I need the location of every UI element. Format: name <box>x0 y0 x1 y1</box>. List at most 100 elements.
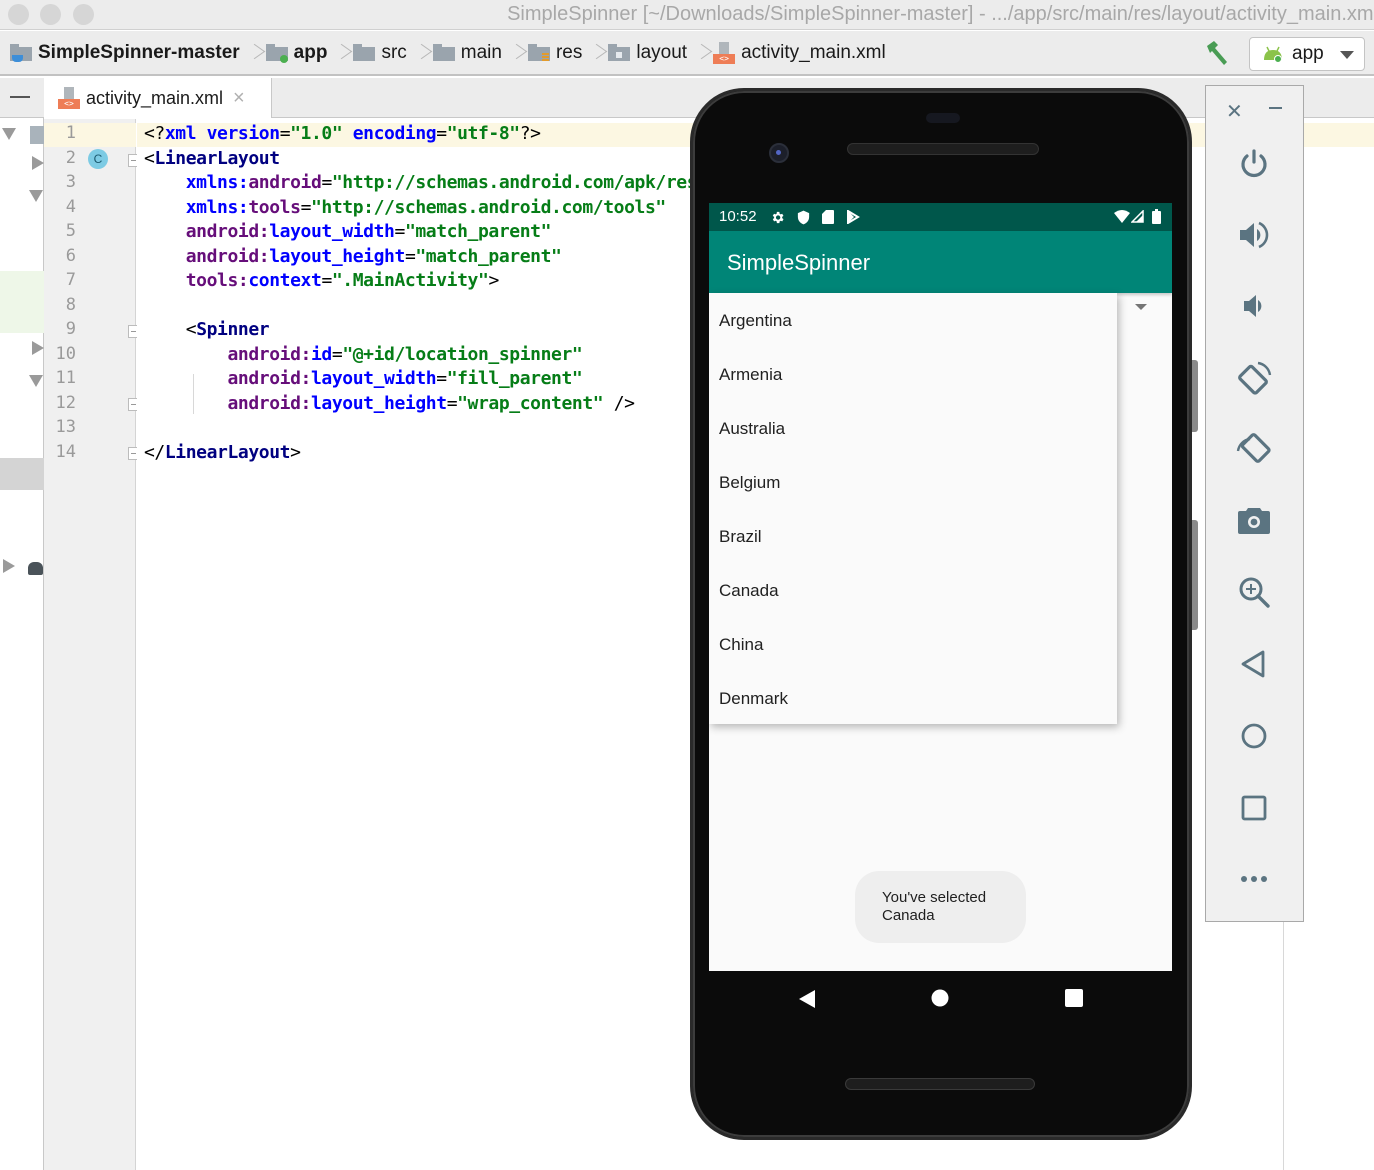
volume-up-icon[interactable] <box>1236 217 1272 253</box>
tree-selected-row[interactable] <box>0 458 44 490</box>
breadcrumb-file[interactable]: <> activity_main.xml <box>713 31 886 74</box>
breadcrumb-label: main <box>460 41 502 63</box>
code-line[interactable]: </LinearLayout> <box>144 442 301 463</box>
spinner-dropdown-arrow-icon[interactable] <box>1135 304 1147 310</box>
code-line[interactable]: tools:context=".MainActivity"> <box>144 270 500 291</box>
code-line[interactable]: xmlns:tools="http://schemas.android.com/… <box>144 196 667 218</box>
line-number: 8 <box>65 294 76 315</box>
home-icon[interactable] <box>931 989 949 1007</box>
class-reference-icon[interactable]: C <box>88 149 108 169</box>
close-icon[interactable]: ✕ <box>1226 99 1243 124</box>
breadcrumb-main[interactable]: main <box>432 31 502 74</box>
code-token: android: <box>144 368 311 389</box>
shield-icon <box>797 210 810 225</box>
code-token: "1.0" <box>290 123 353 144</box>
code-token: = <box>279 123 291 144</box>
minimize-window-button[interactable] <box>40 4 61 25</box>
line-number: 5 <box>65 221 76 241</box>
power-icon[interactable] <box>1236 146 1272 182</box>
breadcrumb-layout[interactable]: layout <box>608 31 687 74</box>
code-line[interactable]: <Spinner <box>144 319 270 340</box>
project-tool-strip <box>0 78 44 1170</box>
spinner-option[interactable]: China <box>719 635 763 655</box>
tree-collapse-arrow[interactable] <box>32 341 44 355</box>
code-line[interactable]: android:layout_width="match_parent" <box>144 221 552 242</box>
code-line[interactable]: android:layout_width="fill_parent" <box>144 368 582 389</box>
code-token: tools <box>248 196 301 218</box>
rotate-right-icon[interactable] <box>1236 431 1272 467</box>
code-line[interactable]: android:layout_height="match_parent" <box>144 246 562 267</box>
close-tab-icon[interactable]: × <box>233 87 245 110</box>
code-token: ".MainActivity" <box>331 270 489 291</box>
spinner-option[interactable]: Australia <box>719 419 785 439</box>
code-line[interactable]: <LinearLayout <box>144 148 280 169</box>
back-triangle-icon[interactable] <box>1236 646 1272 682</box>
home-circle-icon[interactable] <box>1236 718 1272 754</box>
back-icon[interactable] <box>798 989 816 1009</box>
code-line[interactable]: <?xml version="1.0" encoding="utf-8"?> <box>144 123 541 144</box>
settings-icon <box>772 211 784 224</box>
overview-square-icon[interactable] <box>1236 790 1272 826</box>
spinner-option[interactable]: Brazil <box>719 527 762 547</box>
project-folder-icon <box>10 44 32 62</box>
spinner-option[interactable]: Argentina <box>719 311 792 331</box>
more-dots-icon[interactable] <box>1236 861 1272 897</box>
breadcrumb-app[interactable]: app <box>265 31 327 74</box>
breadcrumb-project[interactable]: SimpleSpinner-master <box>10 31 240 74</box>
code-token: = <box>436 123 447 144</box>
code-token: android <box>248 172 322 193</box>
code-token: = <box>394 221 406 242</box>
navigation-bar: SimpleSpinner-master app src main res la… <box>0 31 1374 76</box>
zoom-in-icon[interactable] <box>1236 574 1272 610</box>
code-token: encoding <box>352 123 437 144</box>
close-window-button[interactable] <box>8 4 29 25</box>
code-token: LinearLayout <box>164 441 291 463</box>
volume-down-icon[interactable] <box>1236 288 1272 324</box>
line-number: 10 <box>55 343 76 364</box>
spinner-option[interactable]: Belgium <box>719 473 780 493</box>
xml-file-icon: <> <box>713 41 736 64</box>
editor-right-margin-line <box>1283 922 1284 1170</box>
android-status-bar: 10:52 <box>709 203 1172 231</box>
code-token: > <box>290 441 301 463</box>
window-title-bar: SimpleSpinner [~/Downloads/SimpleSpinner… <box>0 0 1374 30</box>
line-number: 4 <box>65 196 76 217</box>
recents-icon[interactable] <box>1065 989 1083 1007</box>
breadcrumb-label: layout <box>636 41 688 63</box>
code-token: version <box>206 123 280 144</box>
spinner-option[interactable]: Denmark <box>719 689 788 709</box>
run-configuration-dropdown[interactable]: app <box>1249 37 1365 71</box>
tree-selection-highlight <box>0 271 44 333</box>
editor-gutter: 1 2 3 4 5 6 7 8 9 10 11 12 13 14 C <box>44 119 139 1170</box>
spinner-option[interactable]: Canada <box>719 581 779 601</box>
tree-expand-arrow[interactable] <box>29 375 43 387</box>
rotate-left-icon[interactable] <box>1236 360 1272 396</box>
tree-expand-arrow[interactable] <box>2 128 16 140</box>
breadcrumb-res[interactable]: res <box>527 31 582 74</box>
camera-icon[interactable] <box>1236 502 1272 538</box>
collapse-panel-button[interactable] <box>10 96 30 98</box>
code-token: < <box>144 147 155 169</box>
emulator-screen[interactable]: 10:52 SimpleSpinner Argentina Armenia Au… <box>709 203 1172 971</box>
tree-expand-arrow[interactable] <box>29 190 43 202</box>
minimize-icon[interactable] <box>1269 107 1282 109</box>
build-button[interactable] <box>1204 40 1230 66</box>
code-token: "@+id/location_spinner" <box>342 343 583 365</box>
tree-collapse-arrow[interactable] <box>3 559 15 573</box>
breadcrumb-src[interactable]: src <box>353 31 407 74</box>
line-number: 6 <box>65 245 76 266</box>
code-line[interactable]: android:layout_height="wrap_content" /> <box>144 393 634 414</box>
code-token: <? <box>144 123 165 144</box>
tree-collapse-arrow[interactable] <box>32 156 44 170</box>
spinner-option[interactable]: Armenia <box>719 365 782 385</box>
code-token: layout_height <box>269 245 405 267</box>
code-token: layout_width <box>311 368 437 389</box>
breadcrumb-separator <box>335 42 345 64</box>
emulator-toolbar: ✕ <box>1205 85 1304 922</box>
toast-message: You've selected Canada <box>855 871 1026 943</box>
zoom-window-button[interactable] <box>73 4 94 25</box>
gradle-icon <box>28 562 43 575</box>
code-token: android: <box>144 245 270 267</box>
code-line[interactable]: android:id="@+id/location_spinner" <box>144 344 582 365</box>
tab-activity-main-xml[interactable]: <> activity_main.xml × <box>44 78 272 118</box>
